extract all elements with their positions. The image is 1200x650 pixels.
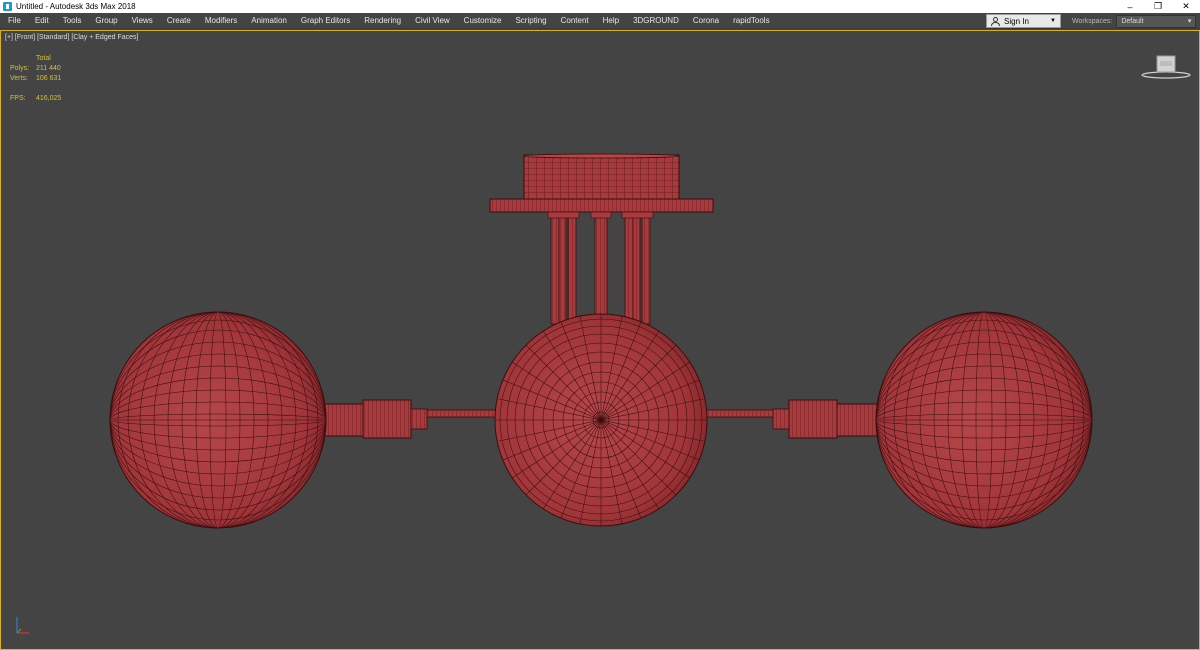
- chevron-down-icon: ▼: [1050, 18, 1056, 24]
- autodesk-3dsmax-icon: [3, 2, 12, 11]
- workspaces-label: Workspaces:: [1072, 17, 1113, 25]
- menu-file[interactable]: File: [0, 13, 28, 29]
- window-title: Untitled - Autodesk 3ds Max 2018: [16, 2, 136, 11]
- workspaces-value: Default: [1121, 17, 1144, 25]
- left-arm: [300, 399, 502, 439]
- scene-model[interactable]: [1, 31, 1199, 649]
- menu-corona[interactable]: Corona: [686, 13, 726, 29]
- user-icon: [991, 16, 1000, 26]
- menu-civil-view[interactable]: Civil View: [408, 13, 457, 29]
- menu-graph-editors[interactable]: Graph Editors: [294, 13, 357, 29]
- sign-in-label: Sign In: [1004, 16, 1029, 26]
- workspaces-dropdown[interactable]: Default ▾: [1116, 14, 1197, 28]
- right-sphere: [875, 311, 1093, 529]
- center-sphere: [494, 313, 708, 527]
- left-sphere: [109, 311, 327, 529]
- sign-in-dropdown[interactable]: Sign In ▼: [986, 14, 1061, 28]
- workspaces-selector: Workspaces: Default ▾: [1072, 14, 1197, 28]
- menu-content[interactable]: Content: [554, 13, 596, 29]
- menu-views[interactable]: Views: [125, 13, 160, 29]
- axis-tripod-icon: [16, 617, 29, 634]
- restore-button[interactable]: ❐: [1144, 0, 1172, 13]
- minimize-button[interactable]: –: [1116, 0, 1144, 13]
- menu-rendering[interactable]: Rendering: [357, 13, 408, 29]
- right-arm: [698, 399, 900, 439]
- canopy-cylinder: [523, 153, 680, 200]
- title-bar: Untitled - Autodesk 3ds Max 2018 – ❐ ✕: [0, 0, 1200, 13]
- canopy-plate: [489, 198, 714, 213]
- menu-customize[interactable]: Customize: [457, 13, 509, 29]
- support-rods: [547, 211, 654, 325]
- menu-create[interactable]: Create: [160, 13, 198, 29]
- menu-modifiers[interactable]: Modifiers: [198, 13, 244, 29]
- close-button[interactable]: ✕: [1172, 0, 1200, 13]
- menu-help[interactable]: Help: [596, 13, 626, 29]
- window-controls: – ❐ ✕: [1116, 0, 1200, 13]
- chevron-down-icon: ▾: [1187, 18, 1192, 25]
- menu-animation[interactable]: Animation: [244, 13, 294, 29]
- menu-group[interactable]: Group: [88, 13, 124, 29]
- menu-tools[interactable]: Tools: [56, 13, 89, 29]
- menu-rapidtools[interactable]: rapidTools: [726, 13, 776, 29]
- menu-edit[interactable]: Edit: [28, 13, 56, 29]
- front-viewport[interactable]: [+] [Front] [Standard] [Clay + Edged Fac…: [0, 30, 1200, 650]
- menu-3dground[interactable]: 3DGROUND: [626, 13, 686, 29]
- menu-scripting[interactable]: Scripting: [508, 13, 553, 29]
